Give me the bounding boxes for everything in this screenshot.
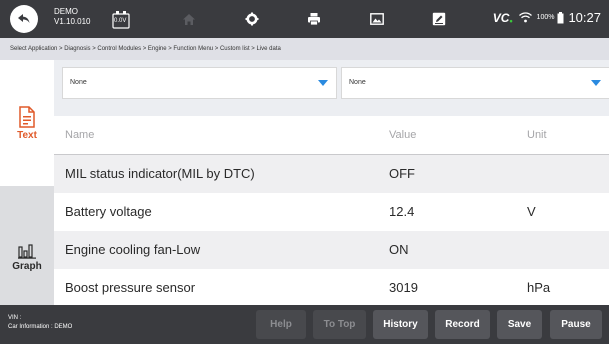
filter-dropdown-1[interactable]: None — [62, 67, 337, 99]
vci-connected-icon: • — [509, 15, 513, 26]
view-sidebar: Text Graph — [0, 60, 54, 305]
row-name: MIL status indicator(MIL by DTC) — [65, 166, 255, 181]
tab-graph-label: Graph — [12, 261, 42, 272]
column-header-name: Name — [65, 129, 95, 141]
to-top-button[interactable]: To Top — [313, 310, 366, 339]
breadcrumb: Select Application > Diagnosis > Control… — [0, 38, 609, 60]
top-bar: DEMO V1.10.010 0.0V VC• 100% 10:27 — [0, 0, 609, 38]
back-arrow-icon — [18, 14, 30, 23]
status-area: VC• 100% 10:27 — [492, 10, 601, 26]
print-button[interactable] — [285, 4, 343, 34]
edit-icon — [432, 12, 446, 26]
history-button[interactable]: History — [373, 310, 428, 339]
bottom-bar: VIN : Car Information : DEMO Help To Top… — [0, 305, 609, 344]
image-icon — [370, 13, 384, 25]
row-value: ON — [389, 242, 409, 257]
back-button[interactable] — [10, 5, 38, 33]
vci-brand: VC — [492, 10, 510, 25]
document-icon — [19, 105, 35, 128]
row-unit: hPa — [527, 280, 551, 295]
row-value: 3019 — [389, 280, 418, 295]
app-version: V1.10.010 — [54, 17, 91, 26]
filter-dropdown-2[interactable]: None — [341, 67, 609, 99]
printer-icon — [308, 13, 320, 26]
table-row[interactable]: Engine cooling fan-Low ON — [54, 231, 609, 269]
column-header-unit: Unit — [527, 129, 547, 141]
chevron-down-icon — [318, 80, 328, 86]
app-info: DEMO V1.10.010 — [54, 7, 90, 27]
help-button[interactable]: Help — [256, 310, 306, 339]
chevron-down-icon — [591, 80, 601, 86]
live-data-panel: None None Name Value Unit MIL status ind… — [54, 60, 609, 307]
app-name: DEMO — [54, 7, 78, 16]
vehicle-info: VIN : Car Information : DEMO — [8, 314, 72, 332]
save-button[interactable]: Save — [497, 310, 542, 339]
vci-logo: VC• — [492, 10, 513, 26]
row-name: Battery voltage — [65, 204, 152, 219]
vin-label: VIN : — [8, 315, 22, 321]
record-button[interactable]: Record — [435, 310, 490, 339]
filter-dropdown-2-value: None — [349, 79, 366, 86]
table-row[interactable]: MIL status indicator(MIL by DTC) OFF — [54, 155, 609, 193]
battery-percent: 100% — [536, 14, 555, 21]
row-value: OFF — [389, 166, 415, 181]
settings-button[interactable] — [223, 4, 281, 34]
table-row[interactable]: Boost pressure sensor 3019 hPa — [54, 269, 609, 307]
battery-icon — [557, 11, 564, 23]
tab-text[interactable]: Text — [0, 60, 54, 186]
gear-icon — [245, 12, 259, 26]
tab-graph[interactable]: Graph — [0, 186, 54, 305]
car-information: Car Information : DEMO — [8, 324, 73, 330]
voltage-indicator: 0.0V — [111, 8, 131, 30]
voltage-badge: 0.0V — [114, 18, 127, 24]
filter-dropdown-1-value: None — [70, 79, 87, 86]
tab-text-label: Text — [17, 129, 37, 141]
row-name: Boost pressure sensor — [65, 280, 196, 295]
row-name: Engine cooling fan-Low — [65, 242, 201, 257]
table-row[interactable]: Battery voltage 12.4 V — [54, 193, 609, 231]
edit-report-button[interactable] — [410, 4, 468, 34]
pause-button[interactable]: Pause — [550, 310, 602, 339]
row-value: 12.4 — [389, 204, 415, 219]
row-unit: V — [527, 204, 536, 219]
home-button[interactable] — [160, 4, 218, 34]
filter-bar: None None — [54, 60, 609, 116]
wifi-icon — [518, 12, 532, 23]
screenshot-button[interactable] — [348, 4, 406, 34]
bar-chart-icon — [18, 244, 36, 259]
home-icon — [183, 13, 195, 25]
clock: 10:27 — [568, 10, 601, 25]
column-header-value: Value — [389, 129, 417, 141]
table-header: Name Value Unit — [54, 116, 609, 155]
